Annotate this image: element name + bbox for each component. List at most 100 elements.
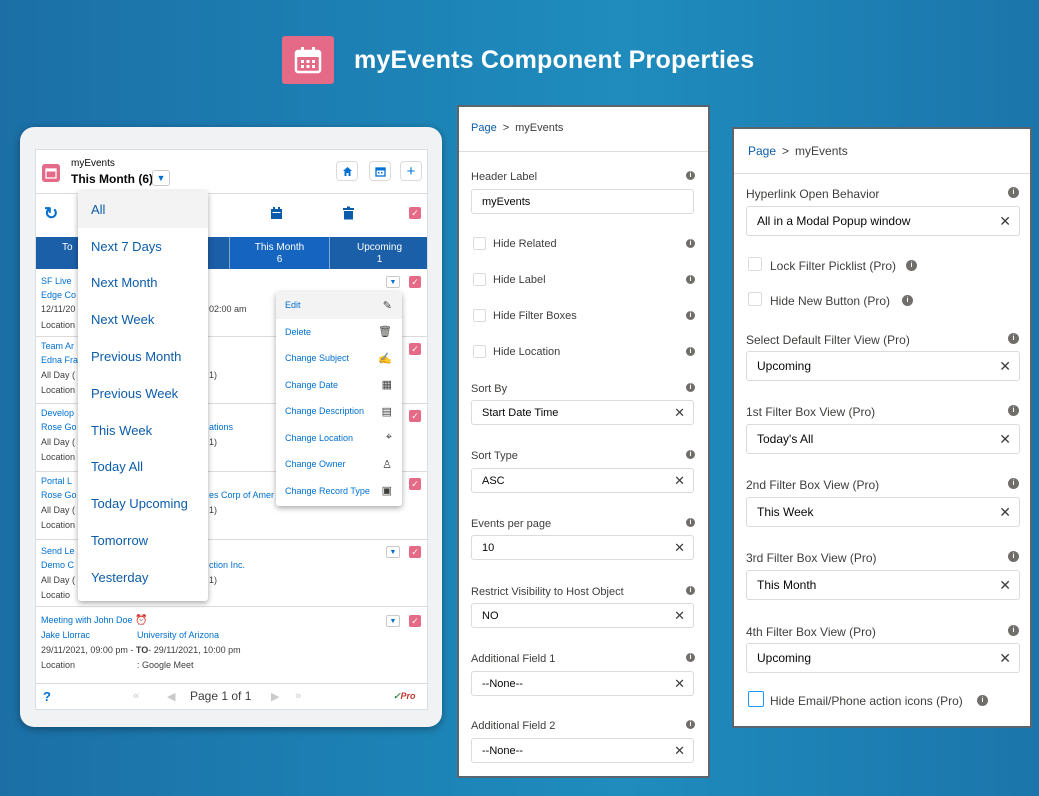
info-icon[interactable]: i — [977, 695, 988, 706]
info-icon[interactable]: i — [906, 260, 917, 271]
clear-icon[interactable]: ✕ — [674, 676, 685, 692]
clear-icon[interactable]: ✕ — [674, 743, 685, 759]
menu-item-next-week[interactable]: Next Week — [78, 301, 208, 338]
event-what[interactable]: ations — [209, 422, 233, 432]
menu-item-next-month[interactable]: Next Month — [78, 265, 208, 302]
info-icon[interactable]: i — [1008, 187, 1019, 198]
clear-icon[interactable]: ✕ — [999, 650, 1011, 667]
info-icon[interactable]: i — [686, 653, 695, 662]
filter-box-1-select[interactable]: Today's All ✕ — [746, 424, 1020, 454]
hyperlink-behavior-select[interactable]: All in a Modal Popup window ✕ — [746, 206, 1020, 236]
header-label-input[interactable]: myEvents — [471, 189, 694, 214]
filter-box-upcoming[interactable]: Upcoming 1 — [330, 237, 427, 269]
action-change-description[interactable]: Change Description ▤ — [276, 398, 402, 425]
info-icon[interactable]: i — [686, 450, 695, 459]
clear-icon[interactable]: ✕ — [674, 540, 685, 556]
info-icon[interactable]: i — [686, 311, 695, 320]
clear-icon[interactable]: ✕ — [674, 473, 685, 489]
trash-icon[interactable] — [342, 206, 355, 220]
hide-email-phone-icons-checkbox[interactable] — [748, 691, 764, 707]
select-all-checkbox[interactable]: ✓ — [409, 207, 421, 219]
action-edit[interactable]: Edit ✎ — [276, 292, 402, 319]
filter-dropdown-button[interactable]: ▼ — [152, 170, 170, 186]
info-icon[interactable]: i — [686, 275, 695, 284]
last-page-icon[interactable]: » — [295, 690, 301, 702]
hide-new-button-checkbox[interactable] — [748, 292, 762, 306]
menu-item-next-7-days[interactable]: Next 7 Days — [78, 228, 208, 265]
sort-by-select[interactable]: Start Date Time ✕ — [471, 400, 694, 425]
info-icon[interactable]: i — [686, 239, 695, 248]
event-what[interactable]: University of Arizona — [137, 630, 219, 640]
menu-item-yesterday[interactable]: Yesterday — [78, 559, 208, 596]
hide-filter-boxes-checkbox[interactable] — [473, 309, 486, 322]
calendar-view-button[interactable] — [369, 161, 391, 181]
info-icon[interactable]: i — [686, 720, 695, 729]
menu-item-today-all[interactable]: Today All — [78, 449, 208, 486]
row-checkbox[interactable]: ✓ — [409, 615, 421, 627]
restrict-visibility-select[interactable]: NO ✕ — [471, 603, 694, 628]
new-event-button[interactable]: + — [400, 161, 422, 181]
action-change-owner[interactable]: Change Owner ♙ — [276, 451, 402, 478]
menu-item-previous-month[interactable]: Previous Month — [78, 338, 208, 375]
clear-icon[interactable]: ✕ — [674, 405, 685, 421]
menu-item-this-week[interactable]: This Week — [78, 412, 208, 449]
clear-icon[interactable]: ✕ — [999, 577, 1011, 594]
action-change-location[interactable]: Change Location ⌖ — [276, 425, 402, 452]
row-checkbox[interactable]: ✓ — [409, 546, 421, 558]
row-checkbox[interactable]: ✓ — [409, 410, 421, 422]
filter-box-4-select[interactable]: Upcoming ✕ — [746, 643, 1020, 673]
menu-item-today-upcoming[interactable]: Today Upcoming — [78, 485, 208, 522]
info-icon[interactable]: i — [1008, 333, 1019, 344]
prev-page-icon[interactable]: ◀ — [167, 690, 175, 703]
info-icon[interactable]: i — [686, 347, 695, 356]
row-checkbox[interactable]: ✓ — [409, 478, 421, 490]
filter-box-this-month[interactable]: This Month 6 — [230, 237, 330, 269]
default-filter-view-select[interactable]: Upcoming ✕ — [746, 351, 1020, 381]
additional-field-2-select[interactable]: --None-- ✕ — [471, 738, 694, 763]
event-subject[interactable]: Meeting with John Doe — [41, 615, 133, 625]
event-who[interactable]: Edna Fra — [41, 355, 78, 365]
refresh-icon[interactable]: ↻ — [44, 204, 58, 224]
action-delete[interactable]: Delete 🗑 — [276, 319, 402, 346]
event-who[interactable]: Rose Go — [41, 490, 77, 500]
event-who[interactable]: Rose Go — [41, 422, 77, 432]
clear-icon[interactable]: ✕ — [999, 504, 1011, 521]
event-what[interactable]: es Corp of Amer — [209, 490, 274, 500]
event-subject[interactable]: Send Le — [41, 546, 75, 556]
calendar-icon[interactable] — [270, 206, 283, 220]
event-who[interactable]: Demo C — [41, 560, 74, 570]
info-icon[interactable]: i — [1008, 405, 1019, 416]
clear-icon[interactable]: ✕ — [999, 431, 1011, 448]
breadcrumb-page-link[interactable]: Page — [748, 144, 776, 158]
info-icon[interactable]: i — [686, 518, 695, 527]
breadcrumb-page-link[interactable]: Page — [471, 122, 497, 134]
clear-icon[interactable]: ✕ — [999, 358, 1011, 375]
hide-location-checkbox[interactable] — [473, 345, 486, 358]
action-change-subject[interactable]: Change Subject ✍ — [276, 345, 402, 372]
event-who[interactable]: Jake Llorrac — [41, 630, 90, 640]
event-subject[interactable]: Portal L — [41, 476, 72, 486]
help-button[interactable]: ? — [43, 689, 51, 704]
row-checkbox[interactable]: ✓ — [409, 276, 421, 288]
row-menu-button[interactable]: ▼ — [386, 546, 400, 558]
clear-icon[interactable]: ✕ — [674, 608, 685, 624]
menu-item-tomorrow[interactable]: Tomorrow — [78, 522, 208, 559]
action-change-record-type[interactable]: Change Record Type ▣ — [276, 478, 402, 505]
clear-icon[interactable]: ✕ — [999, 213, 1011, 230]
menu-item-previous-week[interactable]: Previous Week — [78, 375, 208, 412]
info-icon[interactable]: i — [1008, 478, 1019, 489]
filter-box-2-select[interactable]: This Week ✕ — [746, 497, 1020, 527]
event-subject[interactable]: Develop — [41, 408, 74, 418]
menu-item-all[interactable]: All — [78, 191, 208, 228]
events-per-page-select[interactable]: 10 ✕ — [471, 535, 694, 560]
row-menu-button[interactable]: ▼ — [386, 276, 400, 288]
home-button[interactable] — [336, 161, 358, 181]
filter-box-3-select[interactable]: This Month ✕ — [746, 570, 1020, 600]
action-change-date[interactable]: Change Date ▦ — [276, 372, 402, 399]
sort-type-select[interactable]: ASC ✕ — [471, 468, 694, 493]
first-page-icon[interactable]: « — [133, 690, 139, 702]
event-who[interactable]: Edge Co — [41, 290, 76, 300]
additional-field-1-select[interactable]: --None-- ✕ — [471, 671, 694, 696]
hide-label-checkbox[interactable] — [473, 273, 486, 286]
event-subject[interactable]: SF Live — [41, 276, 72, 286]
